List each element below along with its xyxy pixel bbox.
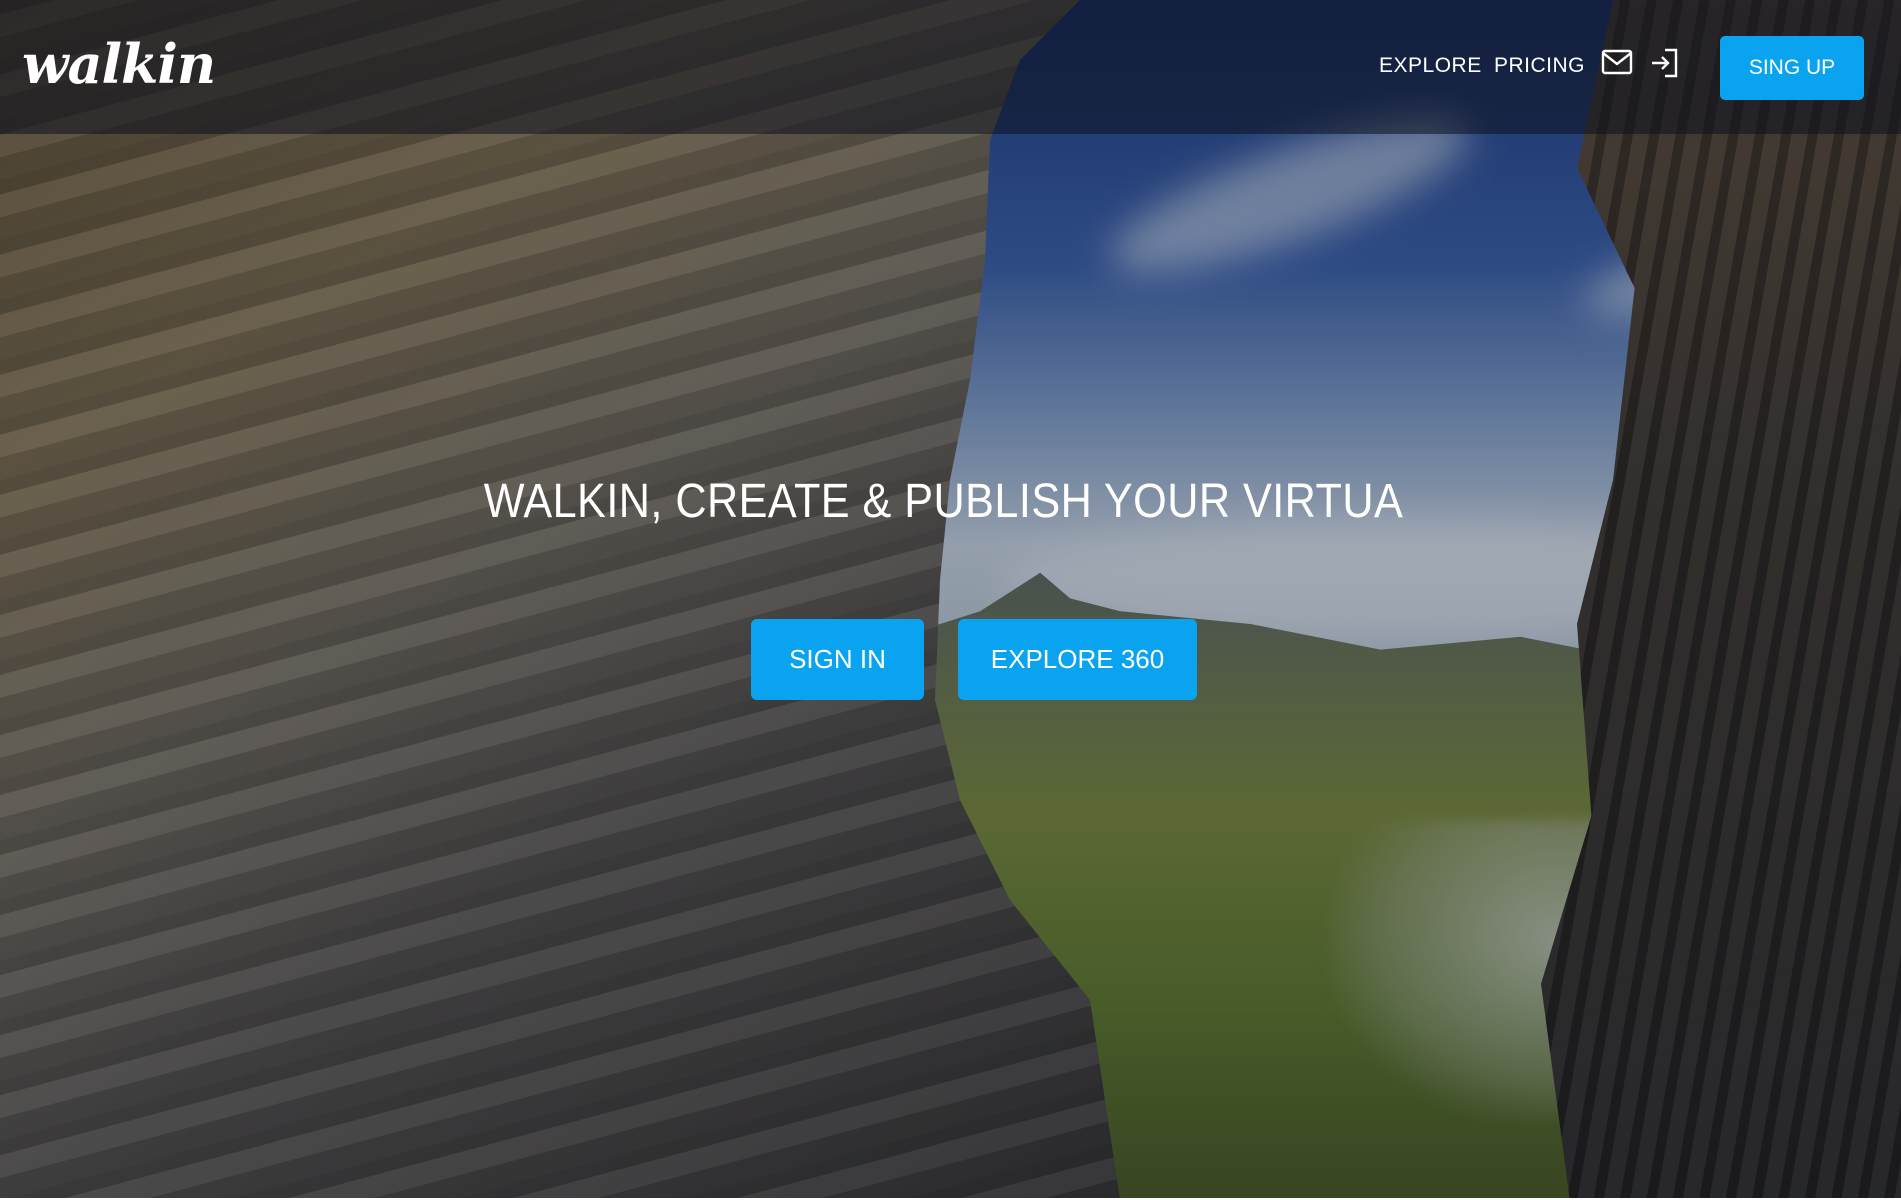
dark-overlay — [0, 0, 1901, 1200]
explore-360-button[interactable]: EXPLORE 360 — [958, 619, 1197, 700]
nav-explore-link[interactable]: EXPLORE — [1379, 54, 1482, 78]
walkin-logo[interactable]: walkin — [22, 32, 216, 96]
sign-in-icon[interactable] — [1648, 46, 1682, 80]
hero-background-image — [0, 0, 1901, 1200]
signup-button[interactable]: SING UP — [1720, 36, 1864, 100]
sign-in-button[interactable]: SIGN IN — [751, 619, 924, 700]
nav-pricing-link[interactable]: PRICING — [1494, 54, 1585, 78]
top-navbar: walkin EXPLORE PRICING SING UP — [0, 0, 1901, 134]
mail-icon[interactable] — [1600, 46, 1634, 80]
hero-title: WALKIN, CREATE & PUBLISH YOUR VIRTUA — [483, 475, 1404, 528]
